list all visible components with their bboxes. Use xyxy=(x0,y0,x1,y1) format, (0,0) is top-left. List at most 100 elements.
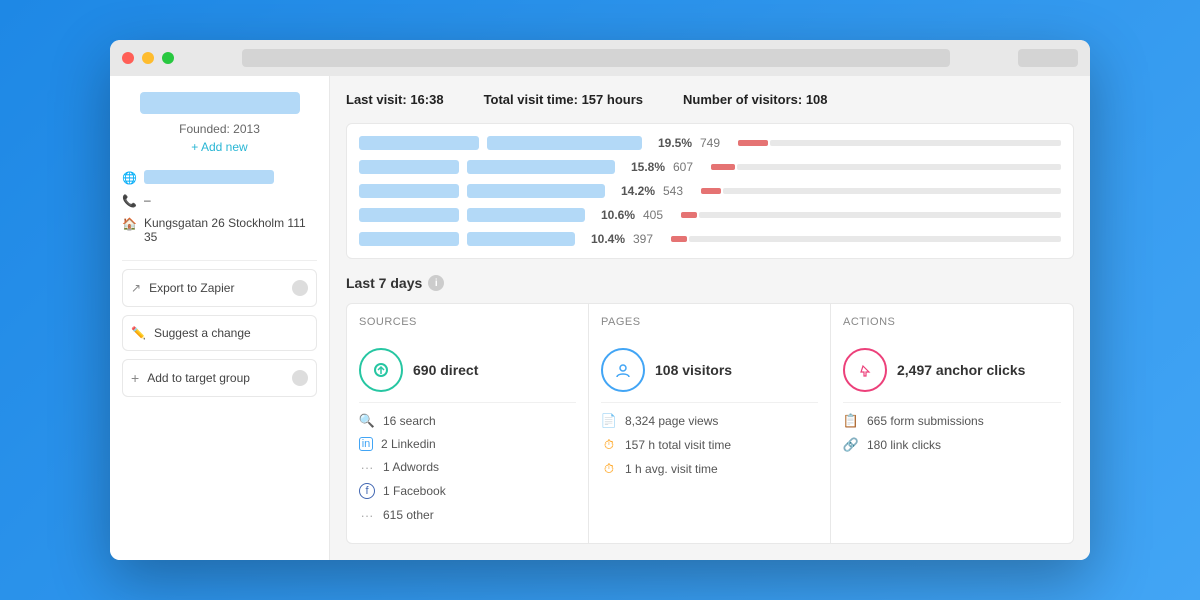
sources-main-stat-text: 690 direct xyxy=(413,362,478,378)
visitors-value: 108 xyxy=(806,92,828,107)
gray-bar xyxy=(737,164,1061,170)
bar-left xyxy=(359,184,459,198)
export-zapier-button[interactable]: ↗ Export to Zapier xyxy=(122,269,317,307)
search-label: 16 search xyxy=(383,414,436,428)
main-panel: Last visit: 16:38 Total visit time: 157 … xyxy=(330,76,1090,560)
company-info: 🌐 📞 – 🏠 Kungsgatan 26 Stockholm 111 35 xyxy=(122,170,317,244)
traffic-pct: 15.8% xyxy=(623,160,665,174)
avg-visit-time-label: 1 h avg. visit time xyxy=(625,462,718,476)
list-item: 📋 665 form submissions xyxy=(843,413,1061,429)
gray-bar xyxy=(723,188,1061,194)
clock-icon: ⏱ xyxy=(601,437,617,453)
total-time: Total visit time: 157 hours xyxy=(484,92,643,107)
address-value: Kungsgatan 26 Stockholm 111 35 xyxy=(144,216,317,244)
list-item: 🔗 180 link clicks xyxy=(843,437,1061,453)
add-target-group-button[interactable]: + Add to target group xyxy=(122,359,317,397)
company-name-bar xyxy=(140,92,300,114)
avg-clock-icon: ⏱ xyxy=(601,461,617,477)
address-bar[interactable] xyxy=(242,49,950,67)
bar-right xyxy=(467,208,585,222)
suggest-change-button[interactable]: ✏️ Suggest a change xyxy=(122,315,317,351)
other-label: 615 other xyxy=(383,508,434,522)
three-column-panel: Sources 690 direct 🔍 16 xyxy=(346,303,1074,544)
founded-label: Founded: 2013 xyxy=(122,122,317,136)
actions-column: Actions 2,497 anchor clicks 📋 665 form s… xyxy=(831,304,1073,543)
total-visit-time-label: 157 h total visit time xyxy=(625,438,731,452)
share-icon: ↗ xyxy=(131,281,141,295)
stats-header: Last visit: 16:38 Total visit time: 157 … xyxy=(346,92,1074,107)
content-area: Founded: 2013 + Add new 🌐 📞 – 🏠 Kungsgat… xyxy=(110,76,1090,560)
adwords-icon: ··· xyxy=(359,459,375,475)
bar-right xyxy=(467,184,605,198)
info-icon[interactable]: i xyxy=(428,275,444,291)
list-item: ··· 615 other xyxy=(359,507,576,523)
list-item: 🔍 16 search xyxy=(359,413,576,429)
section-title: Last 7 days xyxy=(346,275,422,291)
divider xyxy=(122,260,317,261)
gray-bar xyxy=(770,140,1061,146)
table-row: 10.4% 397 xyxy=(359,232,1061,246)
maximize-button[interactable] xyxy=(162,52,174,64)
last-visit: Last visit: 16:38 xyxy=(346,92,444,107)
location-icon: 🏠 xyxy=(122,217,136,231)
adwords-label: 1 Adwords xyxy=(383,460,439,474)
traffic-pct: 10.4% xyxy=(583,232,625,246)
red-bar-container xyxy=(711,164,1061,170)
visitors-label: Number of visitors: xyxy=(683,92,802,107)
list-item: 📄 8,324 page views xyxy=(601,413,818,429)
phone-value: – xyxy=(144,193,151,207)
suggest-change-label: Suggest a change xyxy=(154,326,251,340)
direct-circle-icon xyxy=(359,348,403,392)
table-row: 10.6% 405 xyxy=(359,208,1061,222)
traffic-num: 397 xyxy=(633,232,663,246)
pages-main-stat-text: 108 visitors xyxy=(655,362,732,378)
red-bar xyxy=(738,140,768,146)
action-dot xyxy=(292,280,308,296)
pageviews-label: 8,324 page views xyxy=(625,414,718,428)
bar-left xyxy=(359,208,459,222)
traffic-num: 405 xyxy=(643,208,673,222)
traffic-num: 543 xyxy=(663,184,693,198)
add-new-button[interactable]: + Add new xyxy=(122,140,317,154)
total-time-label: Total visit time: xyxy=(484,92,578,107)
sources-main-stat: 690 direct xyxy=(359,338,576,403)
list-item: ⏱ 157 h total visit time xyxy=(601,437,818,453)
table-row: 19.5% 749 xyxy=(359,136,1061,150)
sidebar: Founded: 2013 + Add new 🌐 📞 – 🏠 Kungsgat… xyxy=(110,76,330,560)
total-time-value: 157 hours xyxy=(582,92,643,107)
section-header: Last 7 days i xyxy=(346,275,1074,291)
visitors-circle-icon xyxy=(601,348,645,392)
facebook-label: 1 Facebook xyxy=(383,484,446,498)
minimize-button[interactable] xyxy=(142,52,154,64)
traffic-num: 749 xyxy=(700,136,730,150)
traffic-pct: 19.5% xyxy=(650,136,692,150)
last-visit-value: 16:38 xyxy=(410,92,443,107)
list-item: ··· 1 Adwords xyxy=(359,459,576,475)
pageview-icon: 📄 xyxy=(601,413,617,429)
pages-header: Pages xyxy=(601,316,818,328)
anchor-circle-icon xyxy=(843,348,887,392)
traffic-pct: 14.2% xyxy=(613,184,655,198)
info-item-website: 🌐 xyxy=(122,170,317,185)
form-submissions-label: 665 form submissions xyxy=(867,414,984,428)
red-bar-container xyxy=(671,236,1061,242)
bar-right xyxy=(467,232,575,246)
link-icon: 🔗 xyxy=(843,437,859,453)
list-item: ⏱ 1 h avg. visit time xyxy=(601,461,818,477)
red-bar xyxy=(671,236,687,242)
list-item: in 2 Linkedin xyxy=(359,437,576,451)
titlebar xyxy=(110,40,1090,76)
pages-column: Pages 108 visitors 📄 8,324 page views xyxy=(589,304,831,543)
sources-column: Sources 690 direct 🔍 16 xyxy=(347,304,589,543)
other-icon: ··· xyxy=(359,507,375,523)
close-button[interactable] xyxy=(122,52,134,64)
red-bar xyxy=(711,164,735,170)
edit-icon: ✏️ xyxy=(131,326,146,340)
search-icon: 🔍 xyxy=(359,413,375,429)
bar-left xyxy=(359,232,459,246)
num-visitors: Number of visitors: 108 xyxy=(683,92,828,107)
titlebar-right-control xyxy=(1018,49,1078,67)
info-item-phone: 📞 – xyxy=(122,193,317,208)
facebook-icon: f xyxy=(359,483,375,499)
link-clicks-label: 180 link clicks xyxy=(867,438,941,452)
